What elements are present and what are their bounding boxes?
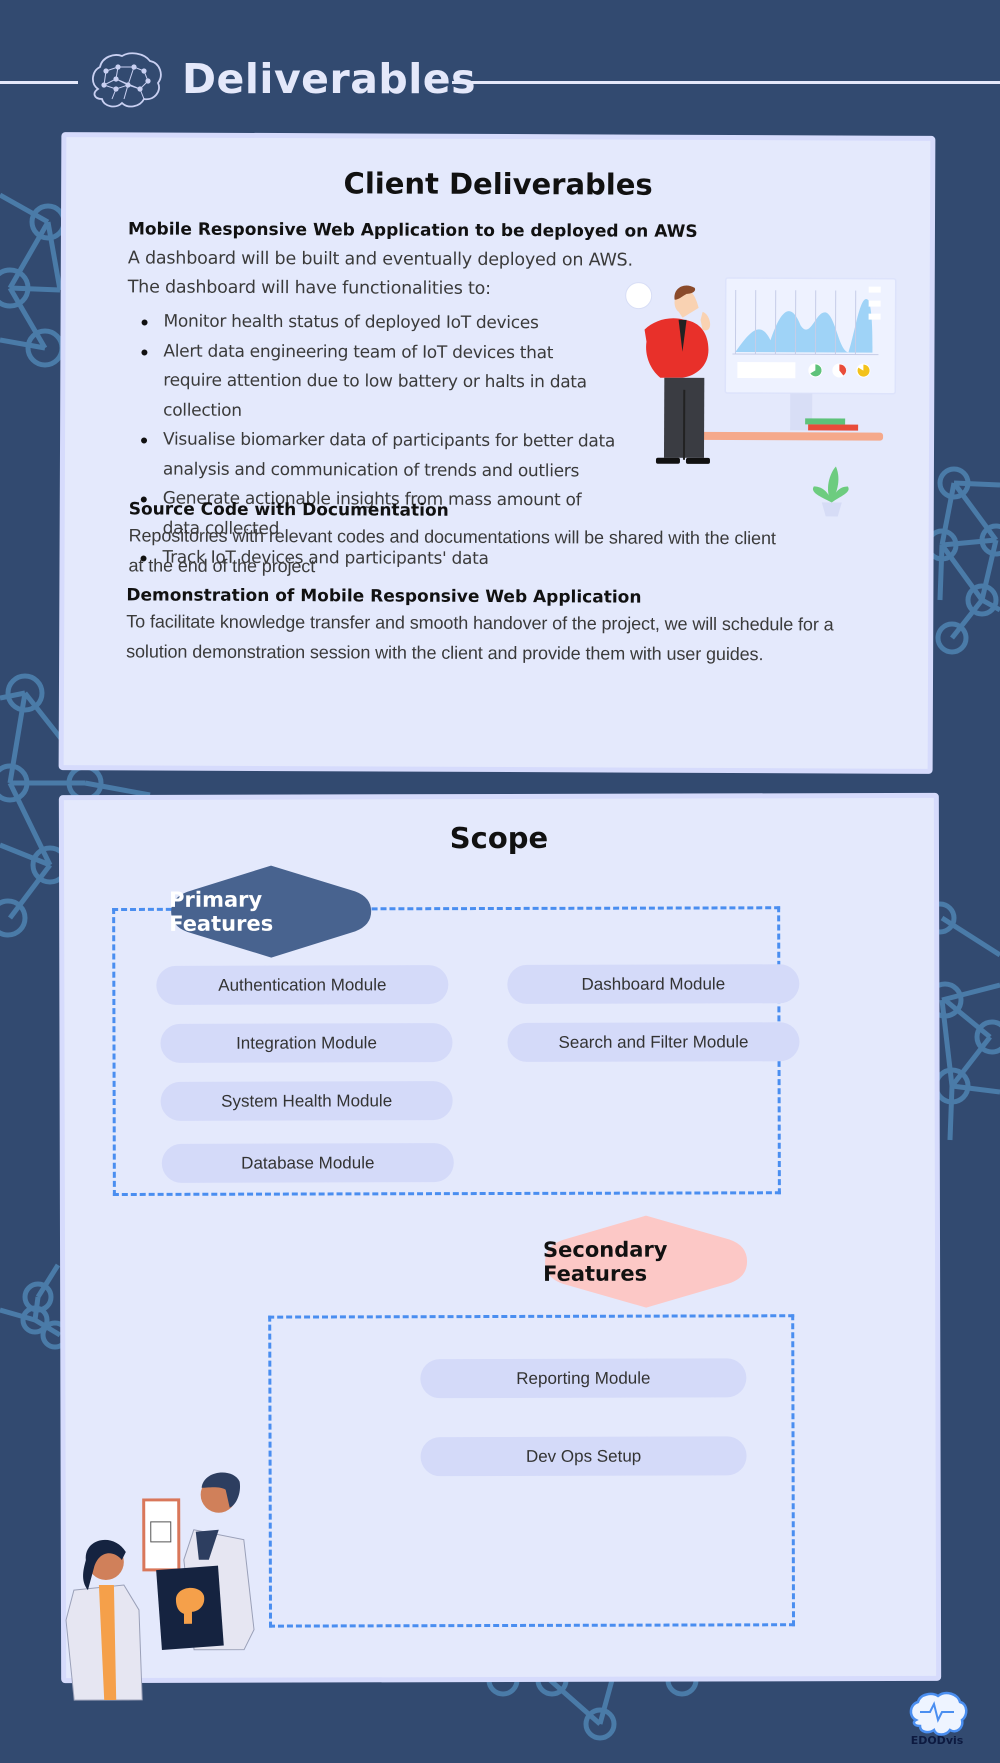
edodvis-logo: EDODvis — [906, 1690, 968, 1754]
logo-text: EDODvis — [910, 1734, 964, 1747]
source-code-description: Repositories with relevant codes and doc… — [128, 525, 776, 576]
scope-title: Scope — [449, 820, 549, 856]
primary-features-badge: Primary Features — [169, 863, 373, 960]
page-header: Deliverables — [0, 45, 1000, 120]
doctors-xray-illustration — [65, 1472, 255, 1701]
page-title: Deliverables — [182, 55, 476, 103]
header-divider-right — [452, 81, 1000, 84]
section-heading-demonstration: Demonstration of Mobile Responsive Web A… — [126, 585, 642, 608]
module-pill-system-health: System Health Module — [160, 1081, 453, 1121]
web-app-description-line-2: The dashboard will have functionalities … — [127, 277, 491, 299]
module-pill-authentication: Authentication Module — [156, 965, 449, 1005]
module-pill-integration: Integration Module — [160, 1023, 453, 1063]
section-heading-source-code: Source Code with Documentation — [128, 499, 449, 521]
brain-heartbeat-icon — [909, 1691, 968, 1736]
brain-network-icon — [92, 52, 162, 108]
secondary-features-label: Secondary Features — [542, 1237, 668, 1286]
list-item: Monitor health status of deployed IoT de… — [136, 307, 616, 339]
list-item: Alert data engineering team of IoT devic… — [135, 337, 615, 428]
primary-features-label: Primary Features — [169, 887, 274, 936]
demonstration-description: To facilitate knowledge transfer and smo… — [126, 611, 834, 664]
dashboard-analyst-illustration — [625, 277, 897, 517]
module-pill-dashboard: Dashboard Module — [507, 964, 800, 1004]
list-item: Visualise biomarker data of participants… — [135, 425, 615, 486]
module-pill-database: Database Module — [161, 1143, 454, 1183]
client-deliverables-title: Client Deliverables — [343, 166, 653, 202]
secondary-features-badge: Secondary Features — [543, 1213, 749, 1310]
module-pill-devops: Dev Ops Setup — [420, 1436, 747, 1477]
monitor-screen — [724, 277, 897, 395]
header-divider-left — [0, 81, 78, 84]
module-pill-reporting: Reporting Module — [420, 1358, 747, 1399]
module-pill-search-filter: Search and Filter Module — [507, 1022, 800, 1062]
scope-card: Scope Primary Features Authentication Mo… — [58, 792, 942, 1701]
plant — [812, 466, 849, 517]
section-heading-web-app: Mobile Responsive Web Application to be … — [127, 219, 698, 242]
web-app-description-line-1: A dashboard will be built and eventually… — [127, 248, 633, 271]
person-thinking — [625, 282, 711, 464]
client-deliverables-card: Client Deliverables Mobile Responsive We… — [58, 132, 936, 774]
